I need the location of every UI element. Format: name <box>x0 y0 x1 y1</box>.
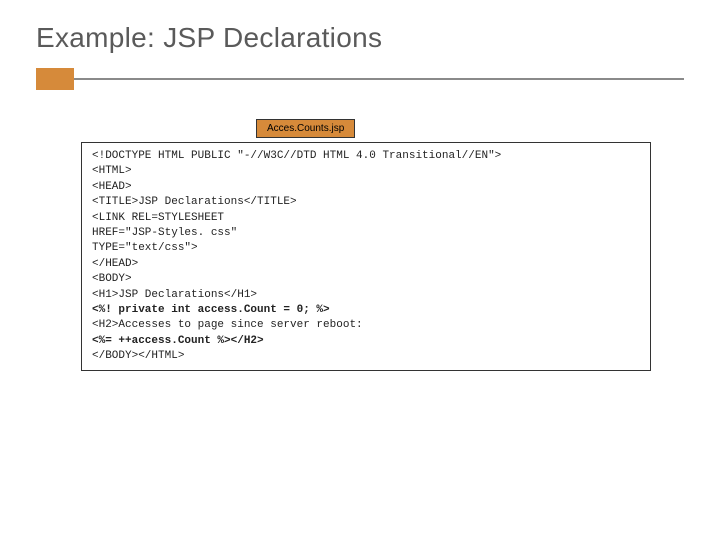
code-block: <!DOCTYPE HTML PUBLIC "-//W3C//DTD HTML … <box>81 142 651 371</box>
file-tab: Acces.Counts.jsp <box>256 119 355 138</box>
divider-row <box>36 68 684 90</box>
code-line: <LINK REL=STYLESHEET <box>92 211 640 226</box>
code-line: <TITLE>JSP Declarations</TITLE> <box>92 195 640 210</box>
code-line: </HEAD> <box>92 257 640 272</box>
code-bold: <%! private int access.Count = 0; %> <box>92 304 330 316</box>
divider-line <box>74 78 684 80</box>
code-line: TYPE="text/css"> <box>92 241 640 256</box>
page-title: Example: JSP Declarations <box>36 22 684 54</box>
code-bold: <%= ++access.Count %></H2> <box>92 335 264 347</box>
code-line: <!DOCTYPE HTML PUBLIC "-//W3C//DTD HTML … <box>92 149 640 164</box>
code-line: <%! private int access.Count = 0; %> <box>92 303 640 318</box>
code-line: HREF="JSP-Styles. css" <box>92 226 640 241</box>
code-line: </BODY></HTML> <box>92 349 640 364</box>
code-line: <H2>Accesses to page since server reboot… <box>92 318 640 333</box>
code-line: <H1>JSP Declarations</H1> <box>92 288 640 303</box>
code-line: <BODY> <box>92 272 640 287</box>
code-line: <HEAD> <box>92 180 640 195</box>
accent-block <box>36 68 74 90</box>
code-line: <HTML> <box>92 164 640 179</box>
code-line: <%= ++access.Count %></H2> <box>92 334 640 349</box>
slide-container: Example: JSP Declarations Acces.Counts.j… <box>0 0 720 540</box>
